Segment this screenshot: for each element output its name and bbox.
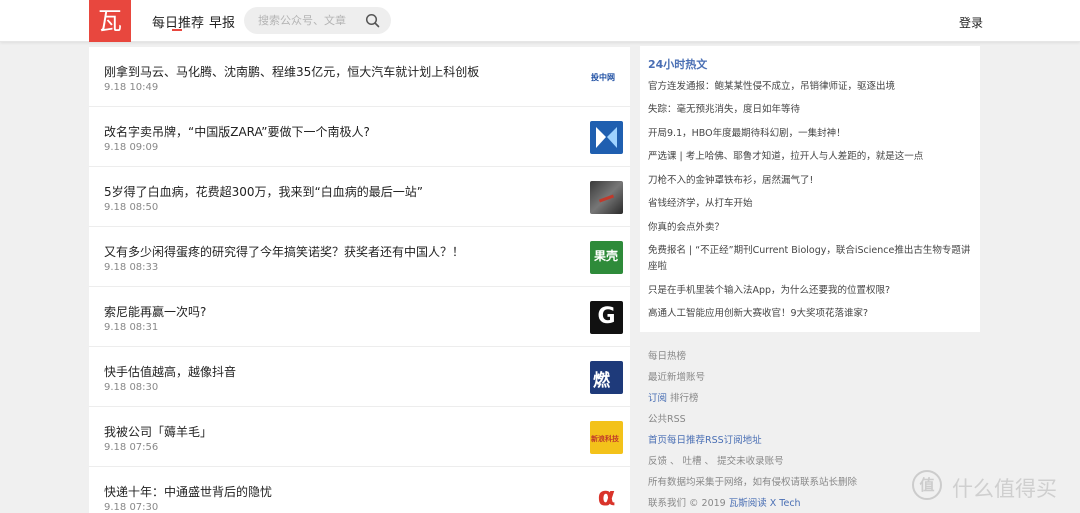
search-icon[interactable] (365, 13, 380, 28)
hot-item[interactable]: 官方连发通报：鲍某某性侵不成立，吊销律师证，驱逐出境 (648, 79, 974, 95)
copyright-text[interactable]: 联系我们 © 2019 (648, 498, 729, 509)
article-item[interactable]: 刚拿到马云、马化腾、沈南鹏、程维35亿元，恒大汽车就计划上科创板 9.18 10… (89, 47, 630, 107)
top-bar: 瓦 每日推荐 早报 登录 (0, 0, 1080, 42)
article-date: 9.18 08:33 (104, 262, 159, 273)
link-feedback[interactable]: 反馈 、 吐槽 、 提交未收录账号 (648, 453, 784, 467)
link-subscribe-ranking[interactable]: 订阅 排行榜 (648, 390, 699, 404)
search-input[interactable] (258, 12, 364, 29)
thumb-label: G (597, 304, 616, 329)
hot-item[interactable]: 刀枪不入的金钟罩铁布衫，居然漏气了! (648, 173, 974, 189)
article-title[interactable]: 快递十年：中通盛世背后的隐忧 (104, 483, 272, 500)
thumbnail-logo[interactable] (590, 121, 623, 154)
article-item[interactable]: 我被公司「薅羊毛」 9.18 07:56 新浪科技 (89, 407, 630, 467)
brand-link[interactable]: 瓦斯阅读 X Tech (729, 498, 801, 509)
article-date: 9.18 07:30 (104, 502, 159, 513)
article-item[interactable]: 5岁得了白血病，花费超300万，我来到“白血病的最后一站” 9.18 08:50 (89, 167, 630, 227)
thumb-label: 燃 (593, 371, 610, 391)
search-box[interactable] (244, 7, 391, 34)
article-date: 9.18 08:50 (104, 202, 159, 213)
hot-item[interactable]: 只是在手机里装个输入法App，为什么还要我的位置权限? (648, 283, 974, 299)
article-title[interactable]: 索尼能再赢一次吗? (104, 303, 206, 320)
thumbnail-photo[interactable] (590, 181, 623, 214)
article-title[interactable]: 又有多少闲得蛋疼的研究得了今年搞笑诺奖？获奖者还有中国人？！ (104, 243, 464, 260)
login-link[interactable]: 登录 (959, 14, 983, 31)
article-date: 9.18 07:56 (104, 442, 159, 453)
watermark-badge-icon: 值 (912, 470, 942, 500)
disclaimer-text: 所有数据均采集于网络，如有侵权请联系站长删除 (648, 477, 858, 488)
watermark: 值 什么值得买 (912, 470, 1072, 504)
hot-item[interactable]: 开局9.1，HBO年度最期待科幻剧，一集封神！ (648, 126, 974, 142)
nav-morning-news[interactable]: 早报 (209, 12, 235, 31)
thumb-label: α (597, 482, 616, 512)
nav-daily-recommend[interactable]: 每日推荐 (152, 12, 204, 31)
link-home-rss[interactable]: 首页每日推荐RSS订阅地址 (648, 432, 762, 446)
thumbnail-sina-tech[interactable]: 新浪科技 (590, 421, 623, 454)
article-date: 9.18 09:09 (104, 142, 159, 153)
thumb-label: 投中网 (591, 73, 615, 82)
article-date: 9.18 08:30 (104, 382, 159, 393)
hot-item[interactable]: 你真的会点外卖？ (648, 220, 974, 236)
thumb-label: 果壳 (594, 249, 619, 263)
hot-item[interactable]: 省钱经济学，从打车开始 (648, 196, 974, 212)
article-title[interactable]: 5岁得了白血病，花费超300万，我来到“白血病的最后一站” (104, 183, 423, 200)
article-date: 9.18 10:49 (104, 82, 159, 93)
contact-line: 联系我们 © 2019 瓦斯阅读 X Tech (648, 495, 801, 509)
thumbnail-ran[interactable]: 燃 (590, 361, 623, 394)
article-item[interactable]: 快递十年：中通盛世背后的隐忧 9.18 07:30 α (89, 467, 630, 513)
article-title[interactable]: 改名字卖吊牌，“中国版ZARA”要做下一个南极人? (104, 123, 370, 140)
hot-item[interactable]: 严选课 | 考上哈佛、耶鲁才知道，拉开人与人差距的，就是这一点 (648, 149, 974, 165)
article-date: 9.18 08:31 (104, 322, 159, 333)
ranking-label: 排行榜 (667, 393, 699, 404)
hot-item[interactable]: 失踪：毫无预兆消失，度日如年等待 (648, 102, 974, 118)
article-title[interactable]: 快手估值越高，越像抖音 (104, 363, 236, 380)
active-underline (172, 29, 182, 31)
hot-articles-panel: 24小时热文 官方连发通报：鲍某某性侵不成立，吊销律师证，驱逐出境 失踪：毫无预… (640, 46, 980, 332)
thumb-label: 新浪科技 (591, 435, 619, 443)
article-item[interactable]: 快手估值越高，越像抖音 9.18 08:30 燃 (89, 347, 630, 407)
article-item[interactable]: 索尼能再赢一次吗? 9.18 08:31 G (89, 287, 630, 347)
article-title[interactable]: 刚拿到马云、马化腾、沈南鹏、程维35亿元，恒大汽车就计划上科创板 (104, 63, 479, 80)
hot-item[interactable]: 免费报名 | “不正经”期刊Current Biology，联合iScience… (648, 243, 974, 275)
link-new-accounts[interactable]: 最近新增账号 (648, 369, 705, 383)
thumbnail-guokr[interactable]: 果壳 (590, 241, 623, 274)
watermark-text: 什么值得买 (952, 477, 1057, 501)
subscribe-label: 订阅 (648, 393, 668, 404)
article-item[interactable]: 又有多少闲得蛋疼的研究得了今年搞笑诺奖？获奖者还有中国人？！ 9.18 08:3… (89, 227, 630, 287)
photo-red-accent (598, 194, 615, 203)
site-logo[interactable]: 瓦 (89, 0, 131, 42)
article-title[interactable]: 我被公司「薅羊毛」 (104, 423, 212, 440)
thumbnail-touzhong[interactable]: 投中网 (590, 61, 623, 94)
brand-logo-icon (596, 127, 617, 148)
link-public-rss[interactable]: 公共RSS (648, 411, 686, 425)
thumbnail-alpha[interactable]: α (590, 481, 623, 513)
thumbnail-g[interactable]: G (590, 301, 623, 334)
hot-panel-title: 24小时热文 (648, 58, 708, 71)
article-item[interactable]: 改名字卖吊牌，“中国版ZARA”要做下一个南极人? 9.18 09:09 (89, 107, 630, 167)
article-feed: 刚拿到马云、马化腾、沈南鹏、程维35亿元，恒大汽车就计划上科创板 9.18 10… (89, 47, 630, 513)
link-daily-hot[interactable]: 每日热榜 (648, 348, 686, 362)
hot-item[interactable]: 高通人工智能应用创新大赛收官！9大奖项花落谁家? (648, 306, 974, 322)
